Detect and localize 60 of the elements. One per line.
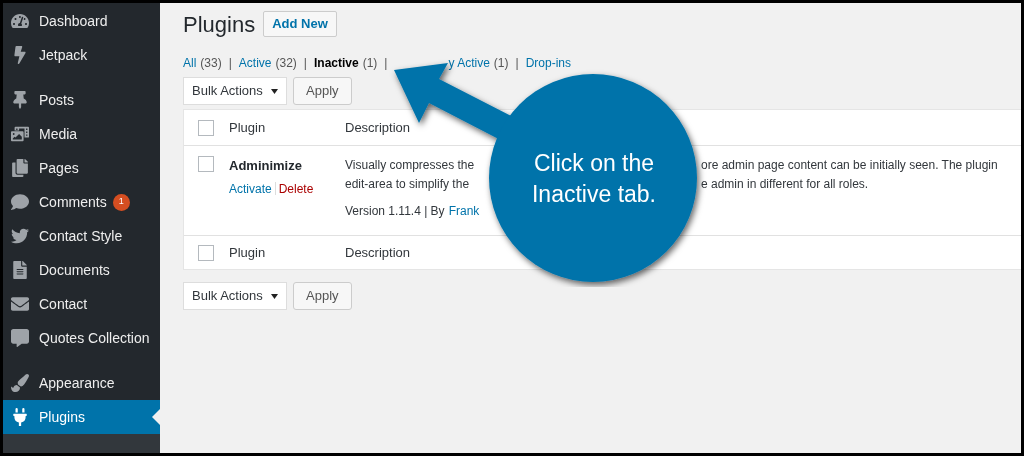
bolt-icon (11, 46, 29, 64)
activate-link[interactable]: Activate (229, 179, 272, 198)
paintbrush-icon (11, 374, 29, 392)
sidebar-item[interactable]: Contact (3, 287, 160, 321)
add-new-button[interactable]: Add New (263, 11, 337, 37)
bird-icon (11, 227, 29, 245)
filter-link[interactable]: Inactive (1) (313, 54, 378, 72)
column-header: Description (345, 243, 411, 262)
plug-icon (11, 408, 29, 426)
description-text: edit-area to simplify the (345, 177, 470, 191)
pin-icon (11, 91, 29, 109)
apply-button[interactable]: Apply (293, 77, 352, 105)
sidebar-item[interactable]: Quotes Collection (3, 321, 160, 355)
dropdown-caret-icon (271, 293, 278, 299)
filter-link[interactable]: Drop-ins (525, 54, 571, 72)
separator: | (303, 55, 307, 72)
delete-link[interactable]: Delete (278, 179, 314, 198)
sidebar-item[interactable]: Contact Style (3, 219, 160, 253)
description-text: Visually compresses the (345, 158, 475, 172)
dropdown-caret-icon (271, 88, 278, 94)
sidebar-item[interactable]: Comments 1 (3, 185, 160, 219)
sidebar-item[interactable]: Posts (3, 83, 160, 117)
checkbox[interactable] (198, 244, 214, 261)
separator: | (228, 55, 232, 72)
checkbox[interactable] (198, 119, 214, 136)
filter-link[interactable]: All (33) (183, 54, 222, 72)
filter-link[interactable]: Active (32) (238, 54, 297, 72)
sidebar-item[interactable]: Dashboard (3, 4, 160, 38)
sidebar-item[interactable]: Pages (3, 151, 160, 185)
separator: | (384, 55, 388, 72)
apply-button[interactable]: Apply (293, 282, 352, 310)
separator: | (515, 55, 519, 72)
column-header: Plugin (229, 243, 267, 262)
description-text: ore admin page content can be initially seen. The plugin (701, 157, 998, 174)
checkbox[interactable] (198, 156, 214, 172)
description-text: e admin in different for all roles. (701, 176, 869, 193)
plugin-name: Adminimize (229, 157, 303, 175)
envelope-icon (11, 295, 29, 313)
callout-text: Click on the Inactive tab. (531, 149, 657, 209)
sidebar-item[interactable]: Appearance (3, 366, 160, 400)
current-pointer-icon (152, 409, 160, 425)
document-icon (11, 261, 29, 279)
sidebar-item[interactable]: Documents (3, 253, 160, 287)
bulk-actions-select[interactable]: Bulk Actions (183, 282, 287, 310)
gauge-icon (11, 12, 29, 30)
page-title: Plugins (183, 10, 256, 39)
column-header: Description (345, 118, 411, 137)
count-badge: 1 (112, 193, 130, 211)
sidebar-item[interactable]: Plugins (3, 400, 160, 434)
sidebar-item[interactable]: Jetpack (3, 38, 160, 72)
quote-bubble-icon (11, 329, 29, 347)
filter-link[interactable]: y Active (1) (394, 54, 509, 72)
pages-icon (11, 159, 29, 177)
column-header: Plugin (229, 118, 267, 137)
version-text: Version 1.11.4 | By (345, 203, 445, 220)
speech-bubble-icon (11, 193, 29, 211)
bulk-actions-select[interactable]: Bulk Actions (183, 77, 287, 105)
media-icon (11, 125, 29, 143)
sidebar-item[interactable]: Media (3, 117, 160, 151)
author-link[interactable]: Frank (448, 202, 480, 220)
